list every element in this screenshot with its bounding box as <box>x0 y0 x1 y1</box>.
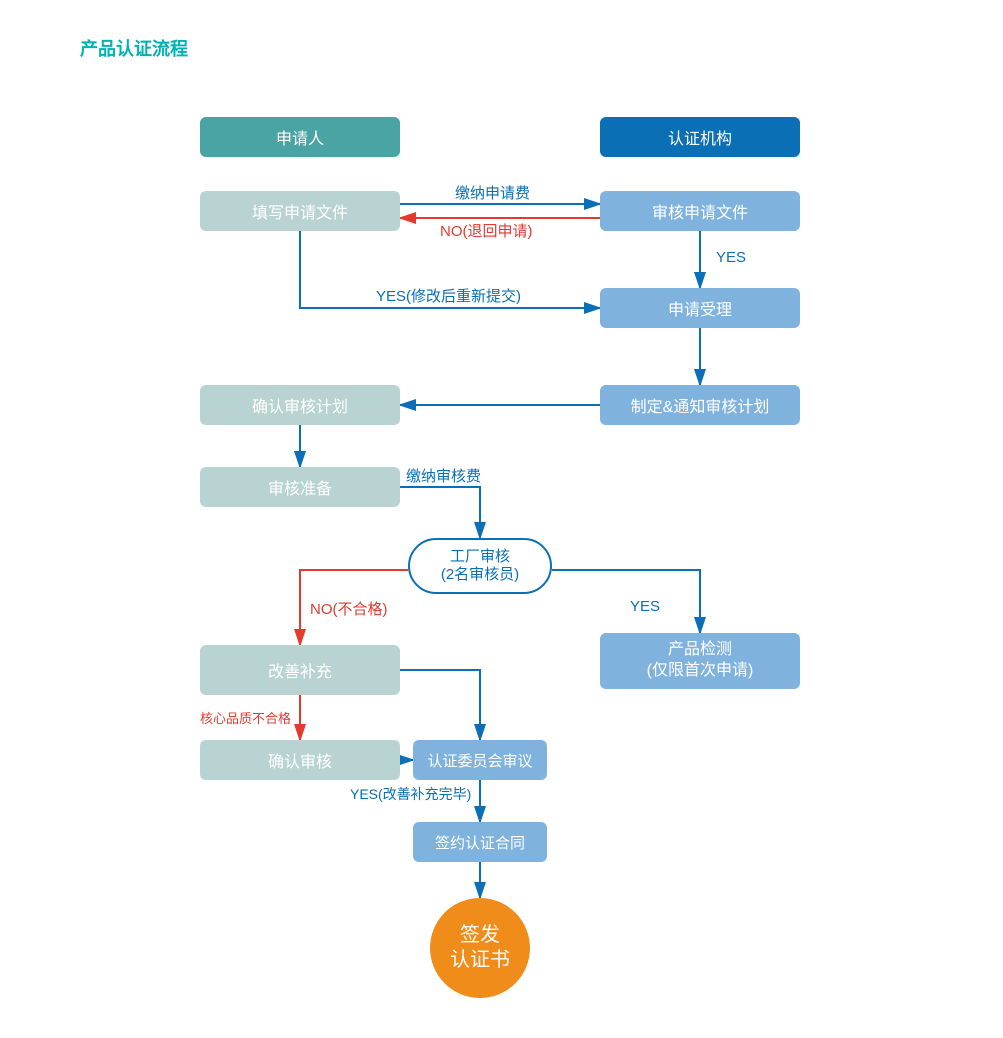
node-factory-audit: 工厂审核 (2名审核员) <box>408 538 552 594</box>
edge-core-quality-fail: 核心品质不合格 <box>200 708 291 727</box>
diagram-canvas: 产品认证流程 <box>0 0 1003 1038</box>
node-product-test-line1: 产品检测 <box>647 640 754 661</box>
edge-no-fail: NO(不合格) <box>310 598 388 619</box>
edge-yes-c5r6: YES <box>630 598 660 615</box>
node-sign-contract: 签约认证合同 <box>413 822 547 862</box>
node-factory-audit-line1: 工厂审核 <box>441 548 519 566</box>
node-audit-prepare-label: 审核准备 <box>268 475 332 499</box>
node-fill-application-label: 填写申请文件 <box>252 199 348 223</box>
node-confirm-audit: 确认审核 <box>200 740 400 780</box>
node-accept-application-label: 申请受理 <box>668 296 732 320</box>
node-confirm-audit-plan: 确认审核计划 <box>200 385 400 425</box>
node-make-audit-plan: 制定&通知审核计划 <box>600 385 800 425</box>
node-confirm-audit-label: 确认审核 <box>268 748 332 772</box>
node-factory-audit-line2: (2名审核员) <box>441 566 519 584</box>
edge-pay-application-fee: 缴纳申请费 <box>455 182 530 203</box>
edge-no-return: NO(退回申请) <box>440 220 533 241</box>
node-product-test-line2: (仅限首次申请) <box>647 661 754 682</box>
diagram-title: 产品认证流程 <box>80 35 188 61</box>
header-applicant-label: 申请人 <box>276 125 324 149</box>
node-issue-certificate-line1: 签发 <box>450 923 510 948</box>
node-issue-certificate: 签发 认证书 <box>430 898 530 998</box>
node-improvement-label: 改善补充 <box>268 658 332 682</box>
node-product-test: 产品检测 (仅限首次申请) <box>600 633 800 689</box>
node-make-audit-plan-label: 制定&通知审核计划 <box>631 393 770 417</box>
node-accept-application: 申请受理 <box>600 288 800 328</box>
node-review-application: 审核申请文件 <box>600 191 800 231</box>
node-fill-application: 填写申请文件 <box>200 191 400 231</box>
edge-yes-r1r2: YES <box>716 249 746 266</box>
node-review-application-label: 审核申请文件 <box>652 199 748 223</box>
node-audit-prepare: 审核准备 <box>200 467 400 507</box>
node-improvement: 改善补充 <box>200 645 400 695</box>
node-confirm-audit-plan-label: 确认审核计划 <box>252 393 348 417</box>
connectors-layer <box>0 0 1003 1038</box>
node-committee-review: 认证委员会审议 <box>413 740 547 780</box>
edge-yes-resubmit: YES(修改后重新提交) <box>376 285 521 306</box>
header-agency-label: 认证机构 <box>668 125 732 149</box>
edge-pay-audit-fee: 缴纳审核费 <box>406 465 481 486</box>
header-agency: 认证机构 <box>600 117 800 157</box>
node-committee-review-label: 认证委员会审议 <box>427 750 532 771</box>
node-sign-contract-label: 签约认证合同 <box>435 832 525 853</box>
node-issue-certificate-line2: 认证书 <box>450 948 510 973</box>
edge-yes-improved: YES(改善补充完毕) <box>350 784 471 804</box>
header-applicant: 申请人 <box>200 117 400 157</box>
